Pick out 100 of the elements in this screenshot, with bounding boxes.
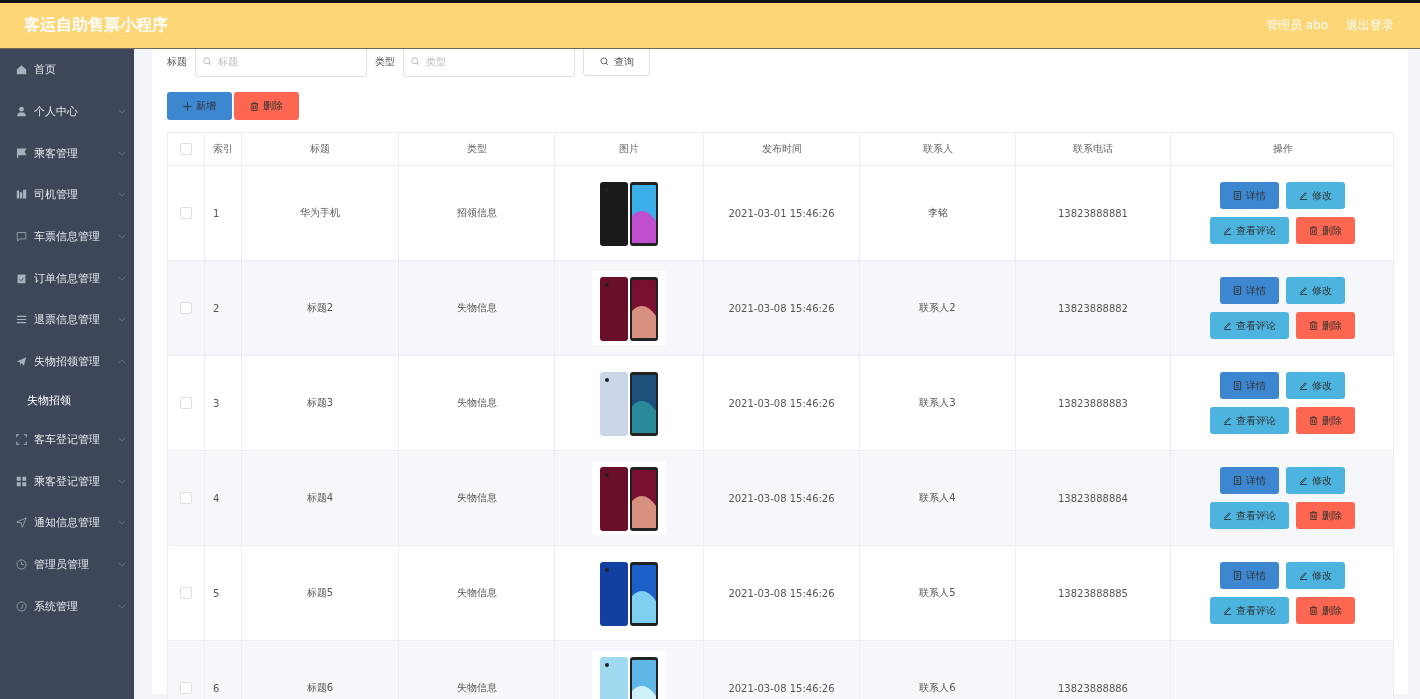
comments-button[interactable]: 查看评论 (1210, 502, 1289, 529)
checkbox[interactable] (180, 143, 192, 155)
table-cell: 联系人3 (919, 396, 956, 410)
trash-icon (1309, 321, 1318, 330)
table-cell: 华为手机 (300, 206, 340, 220)
detail-button[interactable]: 详情 (1220, 372, 1279, 399)
detail-button[interactable]: 详情 (1220, 182, 1279, 209)
chevron-down-icon (118, 192, 126, 198)
checkbox[interactable] (180, 207, 192, 219)
menu-icon (16, 475, 27, 487)
checkbox[interactable] (180, 397, 192, 409)
menu-item[interactable]: 失物招领管理 (0, 340, 134, 383)
menu-icon (16, 147, 27, 159)
table-cell: 失物信息 (456, 301, 497, 315)
table-cell: 13823888882 (1058, 302, 1128, 314)
search-icon (411, 56, 420, 66)
menu-icon (16, 356, 27, 368)
menu-item[interactable]: 通知信息管理 (0, 501, 134, 544)
menu-item[interactable]: 个人中心 (0, 90, 134, 133)
table-cell: 失物信息 (456, 681, 497, 695)
delete-button[interactable]: 删除 (1296, 407, 1355, 434)
menu-item[interactable]: 司机管理 (0, 174, 134, 216)
add-button[interactable]: 新增 (167, 92, 232, 120)
detail-button[interactable]: 详情 (1220, 277, 1279, 304)
pencil-icon (1223, 416, 1232, 425)
table-cell: 标题2 (306, 301, 334, 315)
table-cell: 13823888886 (1058, 682, 1128, 694)
column-header: 联系电话 (1073, 142, 1113, 156)
trash-icon (1309, 511, 1318, 520)
search-icon (203, 56, 212, 66)
table-cell: 5 (213, 587, 220, 599)
table-cell: 2021-03-08 15:46:26 (728, 682, 835, 694)
menu-item[interactable]: 首页 (0, 49, 134, 91)
pencil-icon (1223, 606, 1232, 615)
document-icon (1233, 286, 1242, 295)
app-title: 客运自助售票小程序 (24, 15, 168, 36)
table-cell: 2021-03-01 15:46:26 (728, 207, 835, 219)
trash-icon (1309, 606, 1318, 615)
menu-icon (16, 231, 27, 243)
pencil-icon (1223, 511, 1232, 520)
edit-button[interactable]: 修改 (1286, 182, 1345, 209)
edit-button[interactable]: 修改 (1286, 277, 1345, 304)
pencil-icon (1299, 381, 1308, 390)
menu-item[interactable]: 乘客管理 (0, 132, 134, 175)
menu-item[interactable]: 乘客登记管理 (0, 460, 134, 502)
comments-button[interactable]: 查看评论 (1210, 312, 1289, 339)
search-field[interactable]: 标题 (195, 49, 367, 77)
checkbox[interactable] (180, 492, 192, 504)
submenu-item[interactable]: 失物招领 (0, 382, 134, 419)
delete-button[interactable]: 删除 (234, 92, 299, 120)
document-icon (1233, 191, 1242, 200)
edit-button[interactable]: 修改 (1286, 562, 1345, 589)
table-cell: 联系人4 (919, 491, 956, 505)
checkbox[interactable] (180, 682, 192, 694)
chevron-down-icon (118, 561, 126, 567)
table-cell: 失物信息 (456, 491, 497, 505)
detail-button[interactable]: 详情 (1220, 562, 1279, 589)
table-cell: 标题4 (306, 491, 334, 505)
table-cell: 13823888884 (1058, 492, 1128, 504)
menu-item[interactable]: 退票信息管理 (0, 299, 134, 341)
search-button[interactable]: 查询 (583, 49, 650, 76)
column-header: 标题 (310, 142, 330, 156)
menu-item[interactable]: 订单信息管理 (0, 257, 134, 300)
comments-button[interactable]: 查看评论 (1210, 217, 1289, 244)
table-cell: 失物信息 (456, 586, 497, 600)
delete-button[interactable]: 删除 (1296, 502, 1355, 529)
menu-icon (16, 64, 27, 76)
column-header: 操作 (1272, 142, 1293, 156)
checkbox[interactable] (180, 587, 192, 599)
edit-button[interactable]: 修改 (1286, 372, 1345, 399)
menu-item[interactable]: 系统管理 (0, 585, 134, 627)
table-cell: 6 (213, 682, 220, 694)
delete-button[interactable]: 删除 (1296, 597, 1355, 624)
table-cell: 标题3 (306, 396, 334, 410)
menu-item[interactable]: 管理员管理 (0, 543, 134, 586)
table-cell: 2021-03-08 15:46:26 (728, 397, 835, 409)
chevron-down-icon (118, 150, 126, 156)
pencil-icon (1299, 286, 1308, 295)
delete-button[interactable]: 删除 (1296, 312, 1355, 339)
menu-icon (16, 558, 27, 570)
edit-button[interactable]: 修改 (1286, 467, 1345, 494)
table-cell: 13823888885 (1058, 587, 1128, 599)
table-cell: 3 (213, 397, 220, 409)
comments-button[interactable]: 查看评论 (1210, 407, 1289, 434)
chevron-down-icon (118, 109, 126, 115)
field-label: 类型 (375, 54, 395, 69)
menu-item[interactable]: 客车登记管理 (0, 418, 134, 461)
table-cell: 1 (213, 207, 220, 219)
pencil-icon (1299, 476, 1308, 485)
comments-button[interactable]: 查看评论 (1210, 597, 1289, 624)
table-cell: 2021-03-08 15:46:26 (728, 587, 835, 599)
checkbox[interactable] (180, 302, 192, 314)
detail-button[interactable]: 详情 (1220, 467, 1279, 494)
menu-icon (16, 272, 27, 284)
document-icon (1233, 476, 1242, 485)
trash-icon (1309, 416, 1318, 425)
document-icon (1233, 571, 1242, 580)
delete-button[interactable]: 删除 (1296, 217, 1355, 244)
chevron-down-icon (118, 275, 126, 281)
menu-item[interactable]: 车票信息管理 (0, 215, 134, 258)
